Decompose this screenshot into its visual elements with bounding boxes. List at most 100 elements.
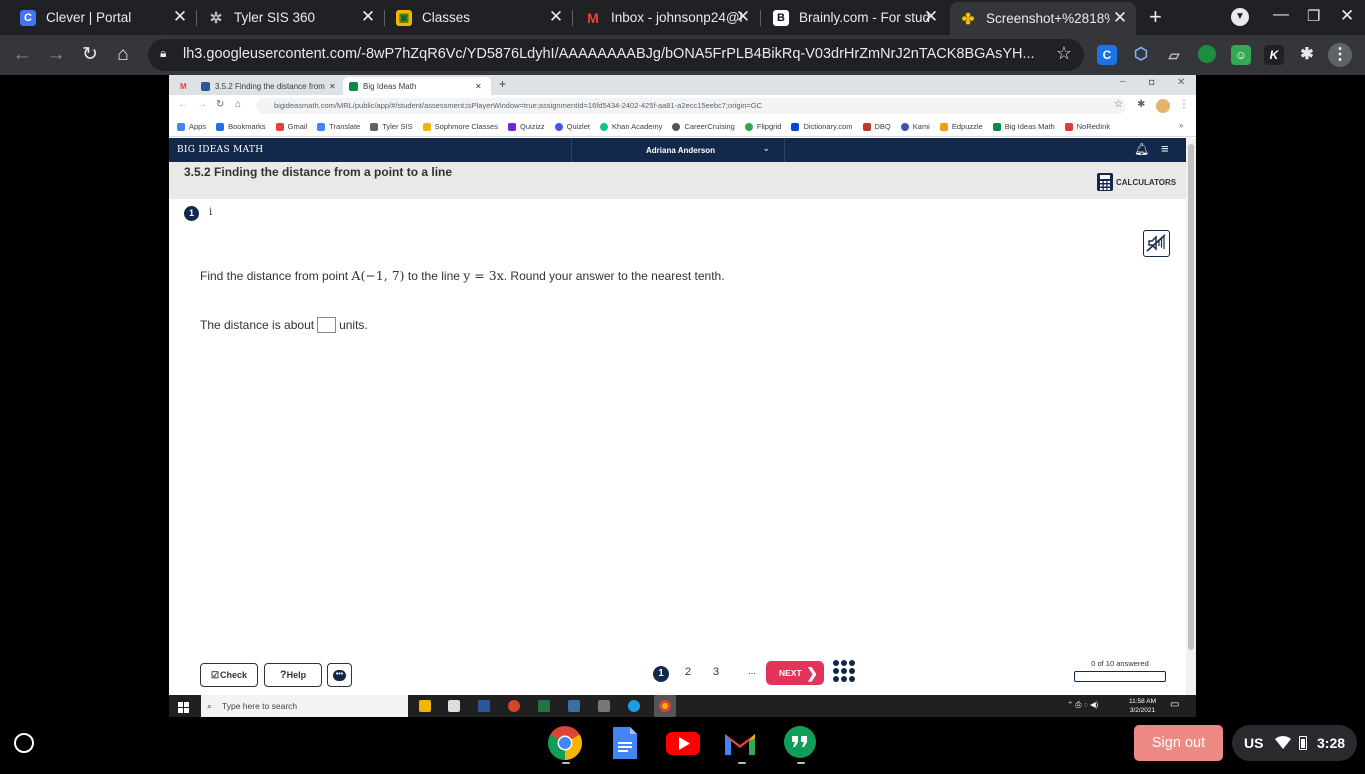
question-grid-icon (833, 660, 857, 684)
tab-search-icon[interactable]: ▼ (1231, 8, 1249, 26)
hangouts-app-icon[interactable] (782, 725, 818, 761)
close-tab-icon[interactable]: ✕ (1110, 8, 1130, 28)
tab-brainly[interactable]: B Brainly.com - For stud ✕ (773, 4, 941, 31)
help-button: ? Help (264, 663, 322, 687)
minimize-icon: – (1120, 76, 1126, 87)
close-tab-icon[interactable]: ✕ (921, 7, 941, 27)
camera-icon (598, 700, 610, 712)
extension-shield-icon[interactable]: ⬡ (1131, 45, 1151, 65)
progress-bar (1074, 671, 1166, 682)
minimize-icon[interactable]: — (1273, 6, 1289, 24)
restore-icon[interactable]: ❐ (1307, 7, 1320, 25)
tab-clever[interactable]: C Clever | Portal ✕ (20, 4, 190, 31)
notification-icon: ▭ (1170, 699, 1180, 710)
question-text: Find the distance from point A(−1, 7) to… (200, 268, 725, 283)
back-icon[interactable]: ← (10, 43, 34, 67)
bookmark-tyler-sis: Tyler SIS (370, 122, 413, 131)
bookmark-quizizz: Quizizz (508, 122, 545, 131)
extension-face-icon[interactable]: ☺ (1231, 45, 1251, 65)
brainly-icon: B (773, 9, 789, 26)
extension-k-icon[interactable]: K (1264, 45, 1284, 65)
grid-dot (849, 676, 855, 682)
tab-classes[interactable]: ▣ Classes ✕ (396, 4, 566, 31)
reload-icon[interactable]: ↻ (78, 43, 102, 67)
forward-icon[interactable]: → (44, 43, 68, 67)
extension-green-icon[interactable] (1198, 45, 1216, 63)
line-equation: y = 3x (463, 268, 504, 283)
address-bar[interactable]: 🔒︎ lh3.googleusercontent.com/-8wP7hZqR6V… (148, 39, 1084, 71)
chrome-app-icon[interactable] (547, 725, 583, 761)
running-indicator (797, 762, 805, 764)
docs-app-icon[interactable] (607, 725, 643, 761)
check-button: ☑ Check (200, 663, 258, 687)
bookmark-flipgrid: Flipgrid (744, 122, 781, 131)
classroom-icon: ▣ (396, 9, 412, 26)
help-icon: ? (279, 669, 287, 681)
inner-tab-bim: Big Ideas Math ✕ (343, 77, 491, 95)
app-header: BIG IDEAS MATH Adriana Anderson ⌄ 🔔︎ ≡ (169, 138, 1186, 162)
launcher-icon[interactable] (14, 733, 34, 753)
tab-tyler-sis[interactable]: ✲ Tyler SIS 360 ✕ (208, 4, 378, 31)
browser-tab-bar: C Clever | Portal ✕ ✲ Tyler SIS 360 ✕ ▣ … (0, 0, 1365, 35)
tab-gmail[interactable]: M Inbox - johnsonp24@l ✕ (585, 4, 753, 31)
new-tab-icon: + (499, 77, 507, 91)
running-indicator (562, 762, 570, 764)
close-tab-icon[interactable]: ✕ (546, 7, 566, 27)
progress-indicator: 0 of 10 answered (1074, 659, 1166, 682)
clever-icon: C (20, 9, 36, 26)
grid-dot (849, 668, 855, 674)
powerpoint-icon (508, 700, 520, 712)
chat-button: ••• (327, 663, 352, 687)
reload-icon: ↻ (216, 99, 225, 110)
clock: 3:28 (1317, 735, 1346, 751)
sign-out-button[interactable]: Sign out (1134, 725, 1223, 761)
grid-dot (833, 668, 839, 674)
point-expression: A(−1, 7) (351, 268, 405, 283)
windows-taskbar: ⌕ Type here to search ⌃ ⎙ ◌ ◀︎) 11:58 AM… (169, 695, 1196, 717)
page-ellipsis: ... (748, 666, 756, 676)
close-tab-icon[interactable]: ✕ (733, 7, 753, 27)
close-window-icon[interactable]: ✕ (1340, 6, 1354, 26)
answer-line: The distance is about units. (200, 317, 368, 333)
bookmark-khan-academy: Khan Academy (599, 122, 662, 131)
user-menu: Adriana Anderson ⌄ (571, 138, 785, 162)
chrome-menu-icon: ⋮ (1179, 99, 1189, 110)
page-2: 2 (684, 666, 692, 678)
chrome-menu-icon[interactable]: ⋮ (1328, 43, 1352, 67)
screenshot-image: M 3.5.2 Finding the distance from a ✕ Bi… (169, 75, 1196, 717)
calculators-button: CALCULATORS (1097, 173, 1176, 191)
bookmark-bookmarks: Bookmarks (216, 122, 266, 131)
grid-dot (841, 660, 847, 666)
close-tab-icon[interactable]: ✕ (170, 7, 190, 27)
inner-tab-lesson: 3.5.2 Finding the distance from a ✕ (195, 77, 341, 95)
tab-screenshot[interactable]: ✤ Screenshot+%2818% ✕ (950, 2, 1136, 35)
lesson-title: 3.5.2 Finding the distance from a point … (184, 165, 453, 179)
inner-gmail-icon: M (180, 81, 187, 91)
extension-c-icon[interactable]: C (1097, 45, 1117, 65)
next-button: NEXT ❯ (766, 661, 824, 685)
inner-toolbar: ← → ↻ ⌂ bigideasmath.com/MRL/public/app/… (169, 95, 1196, 117)
home-icon[interactable]: ⌂ (111, 43, 135, 67)
excel-icon (538, 700, 550, 712)
extensions-icon: ✱ (1137, 99, 1146, 110)
bookmark-edpuzzle: Edpuzzle (939, 122, 983, 131)
close-window-icon: ✕ (1177, 77, 1186, 88)
close-tab-icon: ✕ (329, 81, 336, 91)
info-icon: i (209, 207, 213, 218)
file-explorer-icon (419, 700, 431, 712)
gmail-app-icon[interactable] (722, 725, 758, 761)
bookmark-translate: Translate (317, 122, 360, 131)
status-tray[interactable]: US 3:28 (1232, 725, 1357, 761)
page-3: 3 (712, 666, 720, 678)
store-icon (448, 700, 460, 712)
extension-screen-icon[interactable]: ▱ (1164, 45, 1184, 65)
grid-dot (833, 660, 839, 666)
new-tab-icon[interactable]: + (1149, 4, 1162, 30)
address-url[interactable]: lh3.googleusercontent.com/-8wP7hZqR6Vc/Y… (183, 46, 1043, 62)
system-tray-icons: ⌃ ⎙ ◌ ◀︎) (1067, 700, 1099, 709)
bookmark-star-icon[interactable]: ☆ (1056, 43, 1072, 64)
close-tab-icon[interactable]: ✕ (358, 7, 378, 27)
youtube-app-icon[interactable] (665, 725, 701, 761)
chromeos-shelf: Sign out US 3:28 (0, 717, 1365, 768)
extensions-puzzle-icon[interactable]: ✱ (1297, 45, 1317, 65)
